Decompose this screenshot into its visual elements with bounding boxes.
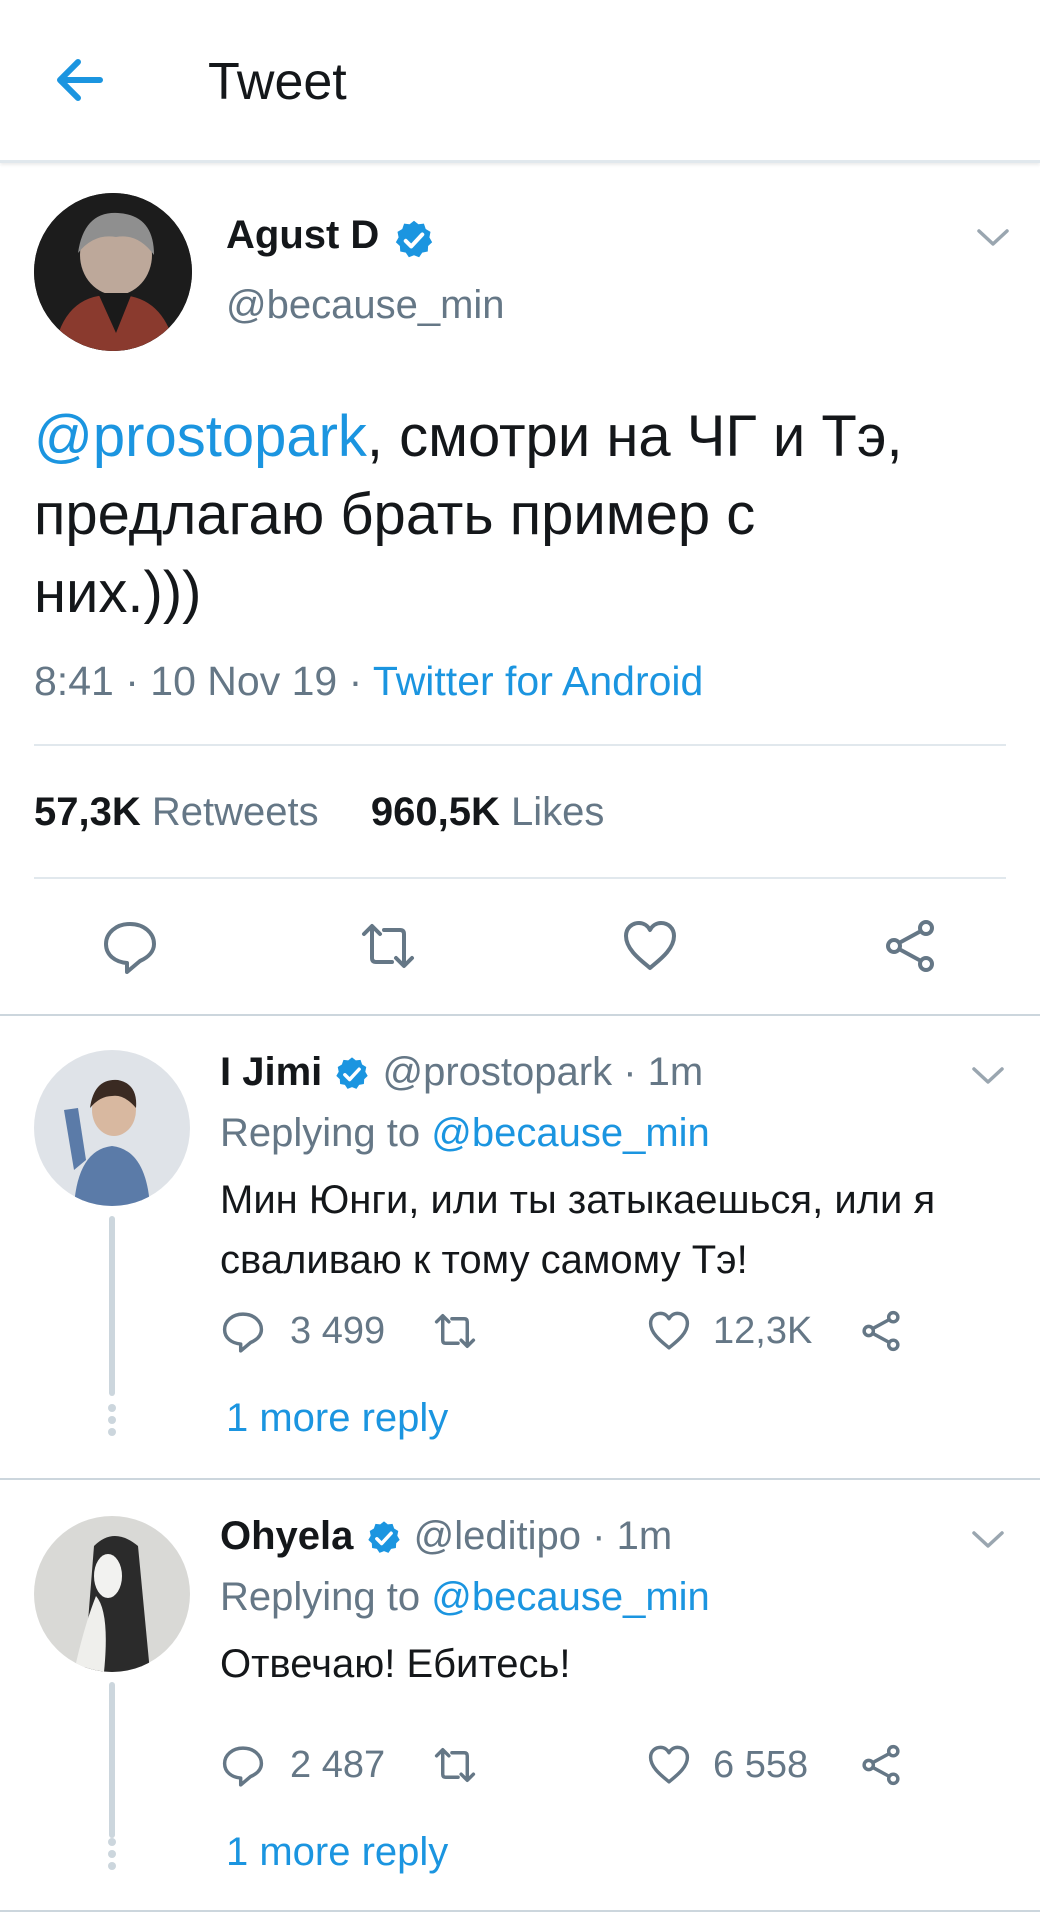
share-icon[interactable] (858, 1742, 904, 1788)
reply-author-name[interactable]: Ohyela (220, 1514, 353, 1558)
reply-avatar[interactable] (34, 1050, 190, 1206)
reply-author-name[interactable]: I Jimi (220, 1050, 322, 1094)
like-count: 6 558 (713, 1744, 809, 1786)
reply-text: Мин Юнги, или ты затыкаешься, или я свал… (220, 1170, 1020, 1290)
replying-prefix: Replying to (220, 1111, 421, 1155)
more-replies-link[interactable]: 1 more reply (226, 1830, 448, 1875)
reply-age: · 1m (623, 1050, 704, 1094)
thread-dot (108, 1862, 116, 1870)
reply-avatar-photo (34, 1050, 190, 1206)
replying-to: Replying to @because_min (220, 1575, 710, 1620)
reply-author-handle[interactable]: @prostopark (383, 1050, 613, 1094)
tweet-time: 8:41 (34, 658, 114, 704)
back-arrow-icon[interactable] (50, 50, 110, 110)
tweet-meta: 8:41 · 10 Nov 19 · Twitter for Android (34, 658, 703, 705)
like-heart-icon[interactable] (620, 916, 680, 976)
tweet-text-line-1: , смотри на ЧГ и Тэ, (366, 404, 903, 469)
reply-avatar[interactable] (34, 1516, 190, 1672)
verified-badge-icon (367, 1521, 400, 1553)
like-heart-icon[interactable] (646, 1742, 692, 1788)
thread-line (109, 1682, 115, 1838)
divider (34, 744, 1006, 746)
reply-icon[interactable] (100, 916, 160, 976)
reply-text-line-1: Отвечаю! Ебитесь! (220, 1642, 571, 1686)
reply-count: 2 487 (290, 1744, 386, 1786)
thread-dot (108, 1838, 116, 1846)
author-handle[interactable]: @because_min (226, 283, 505, 328)
reply-text: Отвечаю! Ебитесь! (220, 1634, 1020, 1694)
likes-label: Likes (510, 790, 605, 834)
tweet-text-line-3: них.))) (34, 560, 202, 625)
chevron-down-icon[interactable] (973, 222, 1013, 252)
share-icon[interactable] (880, 916, 940, 976)
retweets-count: 57,3K (34, 790, 141, 834)
reply-header: I Jimi @prostopark · 1m (220, 1050, 703, 1095)
tweet-text: @prostopark, смотри на ЧГ и Тэ, предлага… (34, 398, 1014, 632)
like-count: 12,3K (713, 1310, 813, 1352)
page-title: Tweet (208, 53, 347, 111)
meta-separator: · (348, 658, 363, 704)
retweet-icon[interactable] (432, 1308, 478, 1354)
likes-stat[interactable]: 960,5K Likes (371, 790, 605, 834)
reply-text-line-1: Мин Юнги, или ты затыкаешься, или я (220, 1178, 936, 1222)
thread-dot (108, 1428, 116, 1436)
tweet-source-link[interactable]: Twitter for Android (373, 658, 703, 704)
top-app-bar: Tweet (0, 0, 1040, 163)
meta-separator: · (125, 658, 139, 704)
verified-badge-icon (336, 1057, 369, 1089)
divider (34, 877, 1006, 879)
likes-count: 960,5K (370, 790, 500, 834)
tweet-text-line-2: предлагаю брать пример с (34, 482, 756, 547)
thread-line (109, 1216, 115, 1396)
reply-count: 3 499 (290, 1310, 386, 1352)
more-replies-link[interactable]: 1 more reply (226, 1396, 448, 1441)
thread-dot (108, 1416, 116, 1424)
share-icon[interactable] (858, 1308, 904, 1354)
like-heart-icon[interactable] (646, 1308, 692, 1354)
chevron-down-icon[interactable] (968, 1524, 1008, 1554)
reply-icon[interactable] (220, 1742, 266, 1788)
reply-author-handle[interactable]: @leditipo (414, 1514, 581, 1558)
retweets-label: Retweets (151, 790, 319, 834)
reply-avatar-photo (34, 1516, 190, 1672)
section-divider (0, 1478, 1040, 1480)
chevron-down-icon[interactable] (968, 1060, 1008, 1090)
thread-dot (108, 1404, 116, 1412)
author-name[interactable]: Agust D (226, 213, 379, 258)
avatar[interactable] (34, 193, 192, 351)
reply-icon[interactable] (220, 1308, 266, 1354)
retweet-icon[interactable] (432, 1742, 478, 1788)
thread-dot (108, 1850, 116, 1858)
section-divider (0, 1014, 1040, 1016)
reply-age: · 1m (592, 1514, 673, 1558)
retweets-stat[interactable]: 57,3K Retweets (34, 790, 319, 834)
avatar-photo (34, 193, 192, 351)
reply-header: Ohyela @leditipo · 1m (220, 1514, 672, 1559)
verified-badge-icon (395, 220, 433, 258)
replying-to-link[interactable]: @because_min (431, 1575, 710, 1619)
replying-to: Replying to @because_min (220, 1111, 710, 1156)
retweet-icon[interactable] (358, 916, 418, 976)
replying-to-link[interactable]: @because_min (431, 1111, 710, 1155)
mention-link[interactable]: @prostopark (34, 404, 367, 469)
tweet-date: 10 Nov 19 (150, 658, 338, 704)
tweet-stats: 57,3K Retweets 960,5K Likes (34, 790, 604, 835)
section-divider (0, 1910, 1040, 1912)
reply-text-line-2: сваливаю к тому самому Тэ! (220, 1238, 748, 1282)
replying-prefix: Replying to (220, 1575, 421, 1619)
